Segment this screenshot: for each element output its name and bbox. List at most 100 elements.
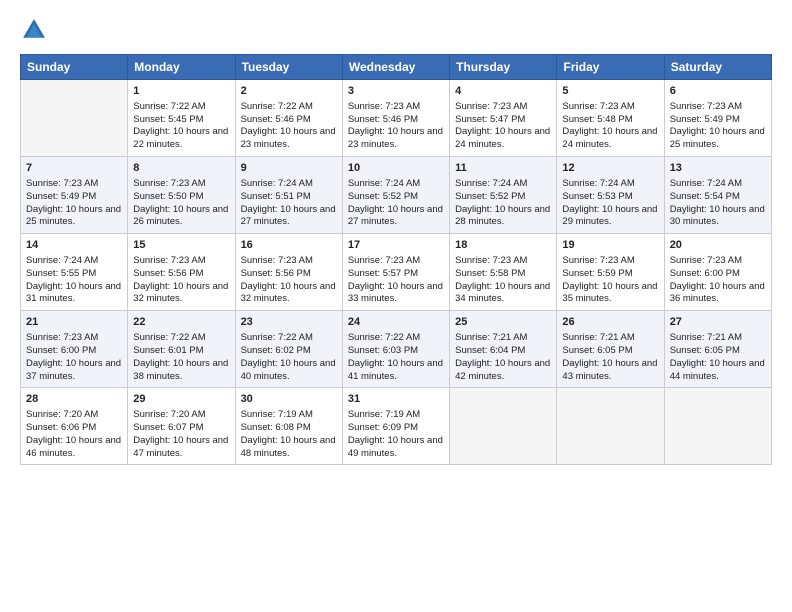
sunset-text: Sunset: 5:53 PM: [562, 191, 658, 204]
calendar-cell: 28Sunrise: 7:20 AMSunset: 6:06 PMDayligh…: [21, 388, 128, 465]
day-number: 14: [26, 238, 122, 253]
sunrise-text: Sunrise: 7:21 AM: [455, 332, 551, 345]
day-number: 29: [133, 392, 229, 407]
daylight-text: Daylight: 10 hours and 32 minutes.: [133, 281, 229, 307]
sunset-text: Sunset: 6:05 PM: [670, 345, 766, 358]
daylight-text: Daylight: 10 hours and 49 minutes.: [348, 435, 444, 461]
daylight-text: Daylight: 10 hours and 46 minutes.: [26, 435, 122, 461]
day-number: 13: [670, 161, 766, 176]
sunrise-text: Sunrise: 7:23 AM: [133, 255, 229, 268]
sunset-text: Sunset: 5:47 PM: [455, 114, 551, 127]
calendar-cell: 29Sunrise: 7:20 AMSunset: 6:07 PMDayligh…: [128, 388, 235, 465]
daylight-text: Daylight: 10 hours and 29 minutes.: [562, 204, 658, 230]
calendar-cell: 11Sunrise: 7:24 AMSunset: 5:52 PMDayligh…: [450, 157, 557, 234]
calendar-cell: 24Sunrise: 7:22 AMSunset: 6:03 PMDayligh…: [342, 311, 449, 388]
col-header-saturday: Saturday: [664, 55, 771, 80]
sunrise-text: Sunrise: 7:24 AM: [455, 178, 551, 191]
calendar-cell: 2Sunrise: 7:22 AMSunset: 5:46 PMDaylight…: [235, 80, 342, 157]
sunrise-text: Sunrise: 7:20 AM: [133, 409, 229, 422]
daylight-text: Daylight: 10 hours and 43 minutes.: [562, 358, 658, 384]
calendar-cell: 5Sunrise: 7:23 AMSunset: 5:48 PMDaylight…: [557, 80, 664, 157]
daylight-text: Daylight: 10 hours and 22 minutes.: [133, 126, 229, 152]
daylight-text: Daylight: 10 hours and 24 minutes.: [562, 126, 658, 152]
sunrise-text: Sunrise: 7:22 AM: [348, 332, 444, 345]
calendar-cell: 17Sunrise: 7:23 AMSunset: 5:57 PMDayligh…: [342, 234, 449, 311]
daylight-text: Daylight: 10 hours and 24 minutes.: [455, 126, 551, 152]
calendar-cell: 16Sunrise: 7:23 AMSunset: 5:56 PMDayligh…: [235, 234, 342, 311]
day-number: 23: [241, 315, 337, 330]
day-number: 10: [348, 161, 444, 176]
calendar-table: SundayMondayTuesdayWednesdayThursdayFrid…: [20, 54, 772, 465]
day-number: 11: [455, 161, 551, 176]
day-number: 30: [241, 392, 337, 407]
calendar-cell: 4 Sunrise: 7:23 AMSunset: 5:47 PMDaylight…: [450, 80, 557, 157]
sunrise-text: Sunrise: 7:24 AM: [241, 178, 337, 191]
calendar-cell: 20Sunrise: 7:23 AMSunset: 6:00 PMDayligh…: [664, 234, 771, 311]
daylight-text: Daylight: 10 hours and 27 minutes.: [241, 204, 337, 230]
daylight-text: Daylight: 10 hours and 34 minutes.: [455, 281, 551, 307]
calendar-cell: [664, 388, 771, 465]
day-number: 4: [455, 84, 551, 99]
calendar-header-row: SundayMondayTuesdayWednesdayThursdayFrid…: [21, 55, 772, 80]
calendar-cell: 8Sunrise: 7:23 AMSunset: 5:50 PMDaylight…: [128, 157, 235, 234]
sunrise-text: Sunrise: 7:23 AM: [562, 255, 658, 268]
sunset-text: Sunset: 6:05 PM: [562, 345, 658, 358]
logo-icon: [20, 16, 48, 44]
sunset-text: Sunset: 6:00 PM: [26, 345, 122, 358]
daylight-text: Daylight: 10 hours and 36 minutes.: [670, 281, 766, 307]
daylight-text: Daylight: 10 hours and 27 minutes.: [348, 204, 444, 230]
day-number: 5: [562, 84, 658, 99]
day-number: 27: [670, 315, 766, 330]
sunrise-text: Sunrise: 7:23 AM: [26, 178, 122, 191]
sunset-text: Sunset: 5:49 PM: [670, 114, 766, 127]
sunrise-text: Sunrise: 7:23 AM: [133, 178, 229, 191]
day-number: 15: [133, 238, 229, 253]
calendar-cell: 7Sunrise: 7:23 AMSunset: 5:49 PMDaylight…: [21, 157, 128, 234]
sunrise-text: Sunrise: 7:23 AM: [455, 255, 551, 268]
daylight-text: Daylight: 10 hours and 23 minutes.: [241, 126, 337, 152]
sunrise-text: Sunrise: 7:19 AM: [241, 409, 337, 422]
sunrise-text: Sunrise: 7:23 AM: [241, 255, 337, 268]
sunrise-text: Sunrise: 7:22 AM: [241, 101, 337, 114]
day-number: 12: [562, 161, 658, 176]
daylight-text: Daylight: 10 hours and 35 minutes.: [562, 281, 658, 307]
calendar-cell: 31Sunrise: 7:19 AMSunset: 6:09 PMDayligh…: [342, 388, 449, 465]
calendar-week-row: 28Sunrise: 7:20 AMSunset: 6:06 PMDayligh…: [21, 388, 772, 465]
sunrise-text: Sunrise: 7:24 AM: [26, 255, 122, 268]
daylight-text: Daylight: 10 hours and 26 minutes.: [133, 204, 229, 230]
day-number: 31: [348, 392, 444, 407]
day-number: 22: [133, 315, 229, 330]
sunrise-text: Sunrise: 7:23 AM: [670, 255, 766, 268]
page: SundayMondayTuesdayWednesdayThursdayFrid…: [0, 0, 792, 612]
calendar-cell: 27Sunrise: 7:21 AMSunset: 6:05 PMDayligh…: [664, 311, 771, 388]
daylight-text: Daylight: 10 hours and 32 minutes.: [241, 281, 337, 307]
sunset-text: Sunset: 5:51 PM: [241, 191, 337, 204]
day-number: 24: [348, 315, 444, 330]
sunset-text: Sunset: 5:56 PM: [133, 268, 229, 281]
sunrise-text: Sunrise: 7:23 AM: [455, 101, 551, 114]
daylight-text: Daylight: 10 hours and 42 minutes.: [455, 358, 551, 384]
calendar-cell: 23Sunrise: 7:22 AMSunset: 6:02 PMDayligh…: [235, 311, 342, 388]
sunset-text: Sunset: 5:59 PM: [562, 268, 658, 281]
calendar-week-row: 14Sunrise: 7:24 AMSunset: 5:55 PMDayligh…: [21, 234, 772, 311]
daylight-text: Daylight: 10 hours and 25 minutes.: [670, 126, 766, 152]
day-number: 6: [670, 84, 766, 99]
sunset-text: Sunset: 5:52 PM: [348, 191, 444, 204]
calendar-cell: 9Sunrise: 7:24 AMSunset: 5:51 PMDaylight…: [235, 157, 342, 234]
calendar-cell: 18Sunrise: 7:23 AMSunset: 5:58 PMDayligh…: [450, 234, 557, 311]
sunset-text: Sunset: 5:46 PM: [348, 114, 444, 127]
daylight-text: Daylight: 10 hours and 38 minutes.: [133, 358, 229, 384]
calendar-week-row: 1Sunrise: 7:22 AMSunset: 5:45 PMDaylight…: [21, 80, 772, 157]
day-number: 16: [241, 238, 337, 253]
sunset-text: Sunset: 6:03 PM: [348, 345, 444, 358]
sunrise-text: Sunrise: 7:23 AM: [348, 101, 444, 114]
sunset-text: Sunset: 5:49 PM: [26, 191, 122, 204]
daylight-text: Daylight: 10 hours and 33 minutes.: [348, 281, 444, 307]
sunrise-text: Sunrise: 7:24 AM: [562, 178, 658, 191]
sunrise-text: Sunrise: 7:21 AM: [562, 332, 658, 345]
calendar-cell: 22Sunrise: 7:22 AMSunset: 6:01 PMDayligh…: [128, 311, 235, 388]
daylight-text: Daylight: 10 hours and 44 minutes.: [670, 358, 766, 384]
sunset-text: Sunset: 6:02 PM: [241, 345, 337, 358]
daylight-text: Daylight: 10 hours and 28 minutes.: [455, 204, 551, 230]
sunrise-text: Sunrise: 7:22 AM: [133, 332, 229, 345]
